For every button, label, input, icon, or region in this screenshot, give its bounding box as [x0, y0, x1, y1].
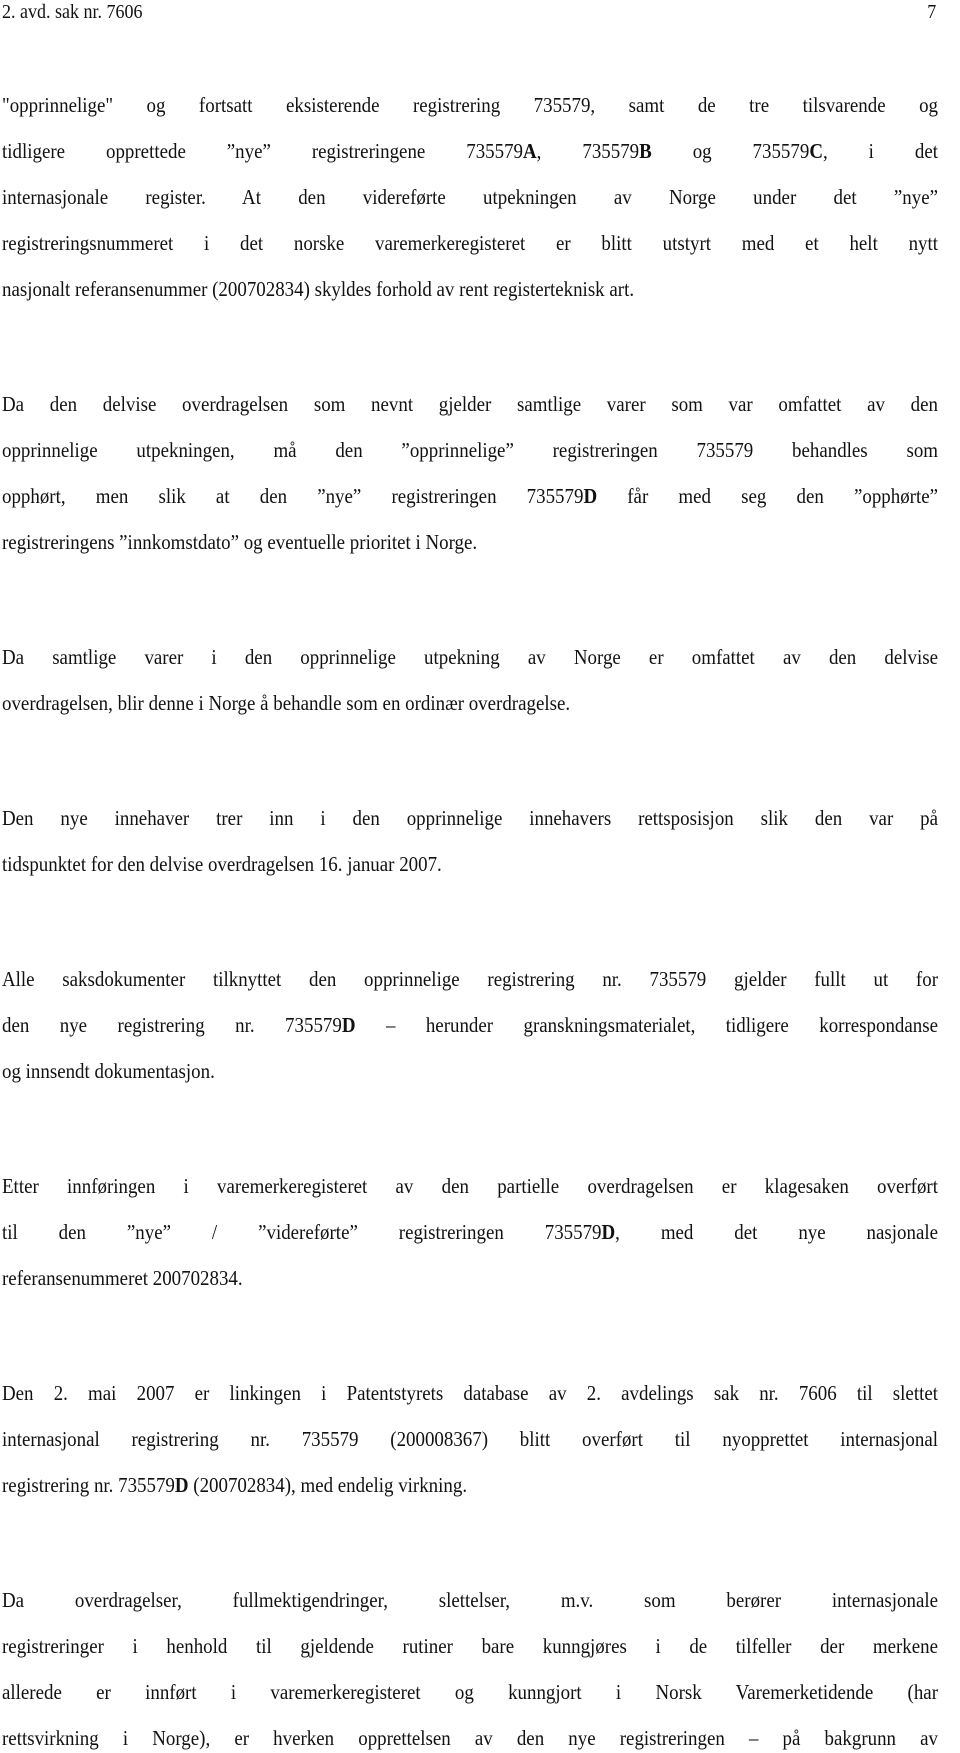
- bold-suffix: C: [809, 139, 823, 163]
- text-line-content: til den ”nye” / ”videreførte” registreri…: [2, 1217, 938, 1247]
- text-line: registreringsnummeret i det norske varem…: [2, 228, 938, 258]
- text-segment: nasjonalt referansenummer (200702834) sk…: [2, 277, 635, 301]
- text-line: Da samtlige varer i den opprinnelige utp…: [2, 642, 938, 672]
- text-line-content: Den nye innehaver trer inn i den opprinn…: [2, 803, 938, 833]
- text-segment: registreringer i henhold til gjeldende r…: [2, 1634, 939, 1658]
- text-line: opprinnelige utpekningen, må den ”opprin…: [2, 435, 938, 465]
- text-line-content: opprinnelige utpekningen, må den ”opprin…: [2, 435, 938, 465]
- text-segment: registreringsnummeret i det norske varem…: [2, 231, 939, 255]
- text-line-content: opphørt, men slik at den ”nye” registrer…: [2, 481, 938, 511]
- text-line: Alle saksdokumenter tilknyttet den oppri…: [2, 964, 938, 994]
- text-segment: internasjonal registrering nr. 735579 (2…: [2, 1427, 939, 1451]
- text-line-content: og innsendt dokumentasjon.: [2, 1056, 215, 1086]
- text-segment: tidspunktet for den delvise overdragelse…: [2, 852, 442, 876]
- bold-suffix: D: [341, 1013, 356, 1037]
- bold-suffix: D: [174, 1473, 189, 1497]
- text-line-content: tidspunktet for den delvise overdragelse…: [2, 849, 442, 879]
- text-segment: opprinnelige utpekningen, må den ”opprin…: [2, 438, 939, 462]
- text-segment: internasjonale register. At den viderefø…: [2, 185, 939, 209]
- text-line-content: allerede er innført i varemerkeregistere…: [2, 1677, 938, 1707]
- text-segment: den nye registrering nr. 735579: [2, 1013, 342, 1037]
- text-segment: rettsvirkning i Norge), er hverken oppre…: [2, 1726, 939, 1750]
- text-segment: og innsendt dokumentasjon.: [2, 1059, 215, 1083]
- text-segment: og 735579: [651, 139, 810, 163]
- text-segment: opphørt, men slik at den ”nye” registrer…: [2, 484, 584, 508]
- text-line: Den 2. mai 2007 er linkingen i Patentsty…: [2, 1378, 938, 1408]
- text-line: referansenummeret 200702834.: [2, 1263, 938, 1293]
- text-segment: Alle saksdokumenter tilknyttet den oppri…: [2, 967, 939, 991]
- text-line: Da den delvise overdragelsen som nevnt g…: [2, 389, 938, 419]
- text-line: rettsvirkning i Norge), er hverken oppre…: [2, 1723, 938, 1753]
- text-line-content: registrering nr. 735579D (200702834), me…: [2, 1470, 467, 1500]
- text-line-content: Da samtlige varer i den opprinnelige utp…: [2, 642, 938, 672]
- text-line-content: "opprinnelige" og fortsatt eksisterende …: [2, 90, 938, 120]
- text-segment: , i det: [822, 139, 938, 163]
- text-segment: Den 2. mai 2007 er linkingen i Patentsty…: [2, 1381, 938, 1405]
- text-segment: Etter innføringen i varemerkeregisteret …: [2, 1174, 939, 1198]
- text-line: allerede er innført i varemerkeregistere…: [2, 1677, 938, 1707]
- text-line-content: rettsvirkning i Norge), er hverken oppre…: [2, 1723, 938, 1753]
- case-reference: 2. avd. sak nr. 7606: [2, 1, 143, 23]
- text-line: registreringer i henhold til gjeldende r…: [2, 1631, 938, 1661]
- text-line-content: Da den delvise overdragelsen som nevnt g…: [2, 389, 938, 419]
- text-line: opphørt, men slik at den ”nye” registrer…: [2, 481, 938, 511]
- text-line: Den nye innehaver trer inn i den opprinn…: [2, 803, 938, 833]
- text-line-content: overdragelsen, blir denne i Norge å beha…: [2, 688, 570, 718]
- text-line: og innsendt dokumentasjon.: [2, 1056, 938, 1086]
- bold-suffix: B: [639, 139, 652, 163]
- text-line-content: Da overdragelser, fullmektigendringer, s…: [2, 1585, 938, 1615]
- text-segment: (200702834), med endelig virkning.: [188, 1473, 468, 1497]
- text-segment: Da overdragelser, fullmektigendringer, s…: [2, 1588, 939, 1612]
- text-line-content: Alle saksdokumenter tilknyttet den oppri…: [2, 964, 938, 994]
- text-line: registreringens ”innkomstdato” og eventu…: [2, 527, 938, 557]
- document-page: 2. avd. sak nr. 7606 7 "opprinnelige" og…: [0, 0, 960, 1750]
- page-number: 7: [927, 1, 937, 23]
- text-line-content: Etter innføringen i varemerkeregisteret …: [2, 1171, 938, 1201]
- text-segment: referansenummeret 200702834.: [2, 1266, 243, 1290]
- text-segment: registrering nr. 735579: [2, 1473, 175, 1497]
- text-line: den nye registrering nr. 735579D – herun…: [2, 1010, 938, 1040]
- text-segment: Da samtlige varer i den opprinnelige utp…: [2, 645, 939, 669]
- text-segment: , med det nye nasjonale: [615, 1220, 938, 1244]
- text-line: Da overdragelser, fullmektigendringer, s…: [2, 1585, 938, 1615]
- bold-suffix: D: [601, 1220, 616, 1244]
- page-header: 2. avd. sak nr. 7606 7: [2, 0, 936, 26]
- text-segment: , 735579: [536, 139, 640, 163]
- text-segment: – herunder granskningsmaterialet, tidlig…: [355, 1013, 939, 1037]
- text-line: registrering nr. 735579D (200702834), me…: [2, 1470, 938, 1500]
- text-line-content: referansenummeret 200702834.: [2, 1263, 243, 1293]
- text-line-content: internasjonale register. At den viderefø…: [2, 182, 938, 212]
- text-segment: allerede er innført i varemerkeregistere…: [2, 1680, 939, 1704]
- text-line: til den ”nye” / ”videreførte” registreri…: [2, 1217, 938, 1247]
- text-line: Etter innføringen i varemerkeregisteret …: [2, 1171, 938, 1201]
- text-segment: får med seg den ”opphørte”: [597, 484, 939, 508]
- text-line: overdragelsen, blir denne i Norge å beha…: [2, 688, 938, 718]
- text-line-content: registreringer i henhold til gjeldende r…: [2, 1631, 938, 1661]
- text-line-content: registreringsnummeret i det norske varem…: [2, 228, 938, 258]
- text-segment: tidligere opprettede ”nye” registreringe…: [2, 139, 524, 163]
- text-line-content: registreringens ”innkomstdato” og eventu…: [2, 527, 477, 557]
- text-line: internasjonale register. At den viderefø…: [2, 182, 938, 212]
- text-segment: til den ”nye” / ”videreførte” registreri…: [2, 1220, 602, 1244]
- bold-suffix: A: [523, 139, 537, 163]
- bold-suffix: D: [583, 484, 598, 508]
- text-segment: Da den delvise overdragelsen som nevnt g…: [2, 392, 938, 416]
- text-segment: overdragelsen, blir denne i Norge å beha…: [2, 691, 571, 715]
- text-line: tidligere opprettede ”nye” registreringe…: [2, 136, 938, 166]
- text-line-content: Den 2. mai 2007 er linkingen i Patentsty…: [2, 1378, 938, 1408]
- text-line-content: internasjonal registrering nr. 735579 (2…: [2, 1424, 938, 1454]
- text-line-content: den nye registrering nr. 735579D – herun…: [2, 1010, 938, 1040]
- text-line: "opprinnelige" og fortsatt eksisterende …: [2, 90, 938, 120]
- text-line: nasjonalt referansenummer (200702834) sk…: [2, 274, 938, 304]
- text-line-content: nasjonalt referansenummer (200702834) sk…: [2, 274, 634, 304]
- text-segment: "opprinnelige" og fortsatt eksisterende …: [2, 93, 939, 117]
- text-line: tidspunktet for den delvise overdragelse…: [2, 849, 938, 879]
- text-segment: Den nye innehaver trer inn i den opprinn…: [2, 806, 939, 830]
- text-line: internasjonal registrering nr. 735579 (2…: [2, 1424, 938, 1454]
- text-segment: registreringens ”innkomstdato” og eventu…: [2, 530, 478, 554]
- text-line-content: tidligere opprettede ”nye” registreringe…: [2, 136, 938, 166]
